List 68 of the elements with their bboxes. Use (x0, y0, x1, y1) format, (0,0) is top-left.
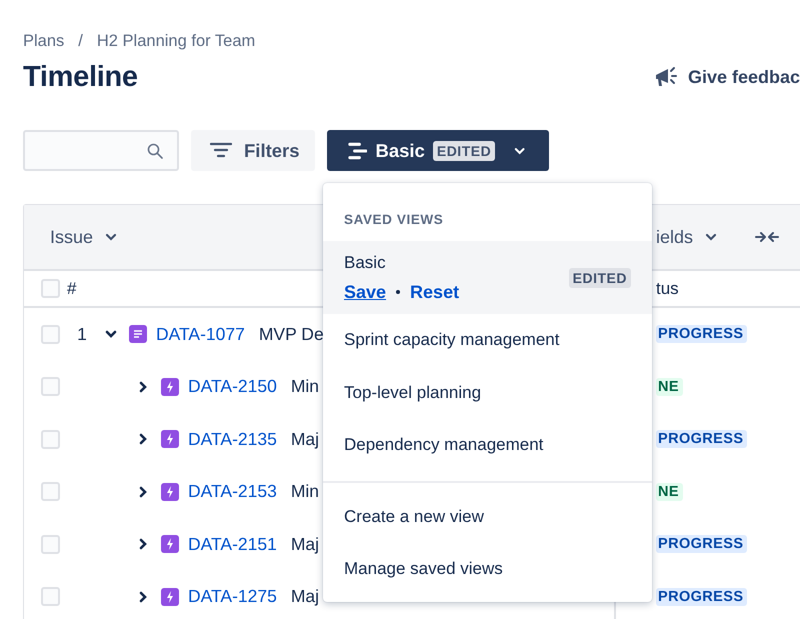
lightning-icon (161, 378, 179, 396)
breadcrumb-separator: / (78, 32, 83, 50)
row-checkbox[interactable] (41, 324, 60, 344)
menu-heading: SAVED VIEWS (343, 211, 444, 229)
lightning-icon (161, 535, 179, 554)
filters-button[interactable]: Filters (191, 130, 315, 171)
epic-icon (129, 325, 147, 344)
megaphone-icon (654, 65, 680, 89)
edited-badge: EDITED (568, 268, 631, 288)
lightning-icon (161, 482, 179, 501)
breadcrumb-link[interactable]: Plans (23, 32, 64, 50)
issue-key-link[interactable]: DATA-2135 (188, 428, 277, 450)
separator-dot (396, 290, 400, 294)
status-badge: NE (656, 482, 683, 501)
saved-view-item[interactable]: Basic Save Reset EDITED (323, 241, 652, 314)
status-badge: NE (656, 378, 683, 396)
filter-icon (210, 142, 232, 160)
status-badge: PROGRESS (656, 430, 748, 448)
lightning-icon (161, 430, 179, 448)
issue-summary: Min (290, 481, 320, 502)
chevron-down-icon (705, 233, 718, 241)
search-icon (147, 142, 163, 158)
chevron-down-icon (513, 146, 527, 156)
issue-summary: MVP De (258, 324, 324, 345)
issue-summary: Min (290, 376, 320, 398)
saved-view-item[interactable]: Top-level planning (323, 366, 652, 419)
row-checkbox[interactable] (41, 482, 60, 502)
issue-summary: Maj (290, 534, 320, 555)
status-badge: PROGRESS (656, 588, 748, 606)
status-badge: PROGRESS (656, 325, 748, 344)
row-checkbox[interactable] (41, 377, 60, 396)
view-action-link[interactable]: Save (344, 282, 386, 302)
issue-key-link[interactable]: DATA-2150 (188, 376, 277, 398)
view-name: Top-level planning (344, 382, 482, 403)
column-header[interactable]: ields (656, 226, 718, 248)
edited-badge: EDITED (432, 140, 496, 160)
issue-summary: Maj (290, 586, 320, 608)
status-badge: PROGRESS (656, 535, 748, 554)
row-checkbox[interactable] (41, 587, 60, 606)
collapse-icon[interactable] (755, 230, 780, 244)
row-number: 1 (77, 324, 87, 344)
view-dropdown-button[interactable]: Basic EDITED (326, 130, 549, 171)
menu-item[interactable]: Manage saved views (323, 543, 652, 596)
issue-key-link[interactable]: DATA-1077 (156, 324, 245, 345)
issue-key-link[interactable]: DATA-2151 (188, 534, 277, 555)
view-name: Sprint capacity management (344, 330, 560, 350)
view-action-link[interactable]: Reset (410, 282, 460, 302)
lightning-icon (161, 588, 179, 606)
search-field[interactable] (23, 130, 179, 171)
issue-key-link[interactable]: DATA-2153 (188, 481, 277, 502)
view-name: Dependency management (344, 435, 544, 456)
feedback-button[interactable]: Give feedbac (654, 65, 800, 89)
row-checkbox[interactable] (41, 430, 60, 449)
page-title: Timeline (23, 60, 138, 94)
saved-view-item[interactable]: Dependency management (323, 419, 652, 472)
view-name: Basic (344, 252, 387, 272)
chevron-down-icon (105, 233, 118, 241)
column-header[interactable]: Issue (50, 226, 118, 248)
view-icon (346, 140, 368, 160)
row-checkbox[interactable] (41, 534, 60, 554)
saved-view-item[interactable]: Sprint capacity management (323, 314, 652, 366)
select-all-checkbox[interactable] (41, 279, 60, 298)
column-label: tus (656, 278, 679, 298)
issue-key-link[interactable]: DATA-1275 (188, 586, 277, 608)
menu-item[interactable]: Create a new view (323, 490, 652, 543)
breadcrumb-link[interactable]: H2 Planning for Team (96, 32, 256, 50)
column-label: # (67, 278, 76, 298)
issue-summary: Maj (290, 428, 320, 450)
